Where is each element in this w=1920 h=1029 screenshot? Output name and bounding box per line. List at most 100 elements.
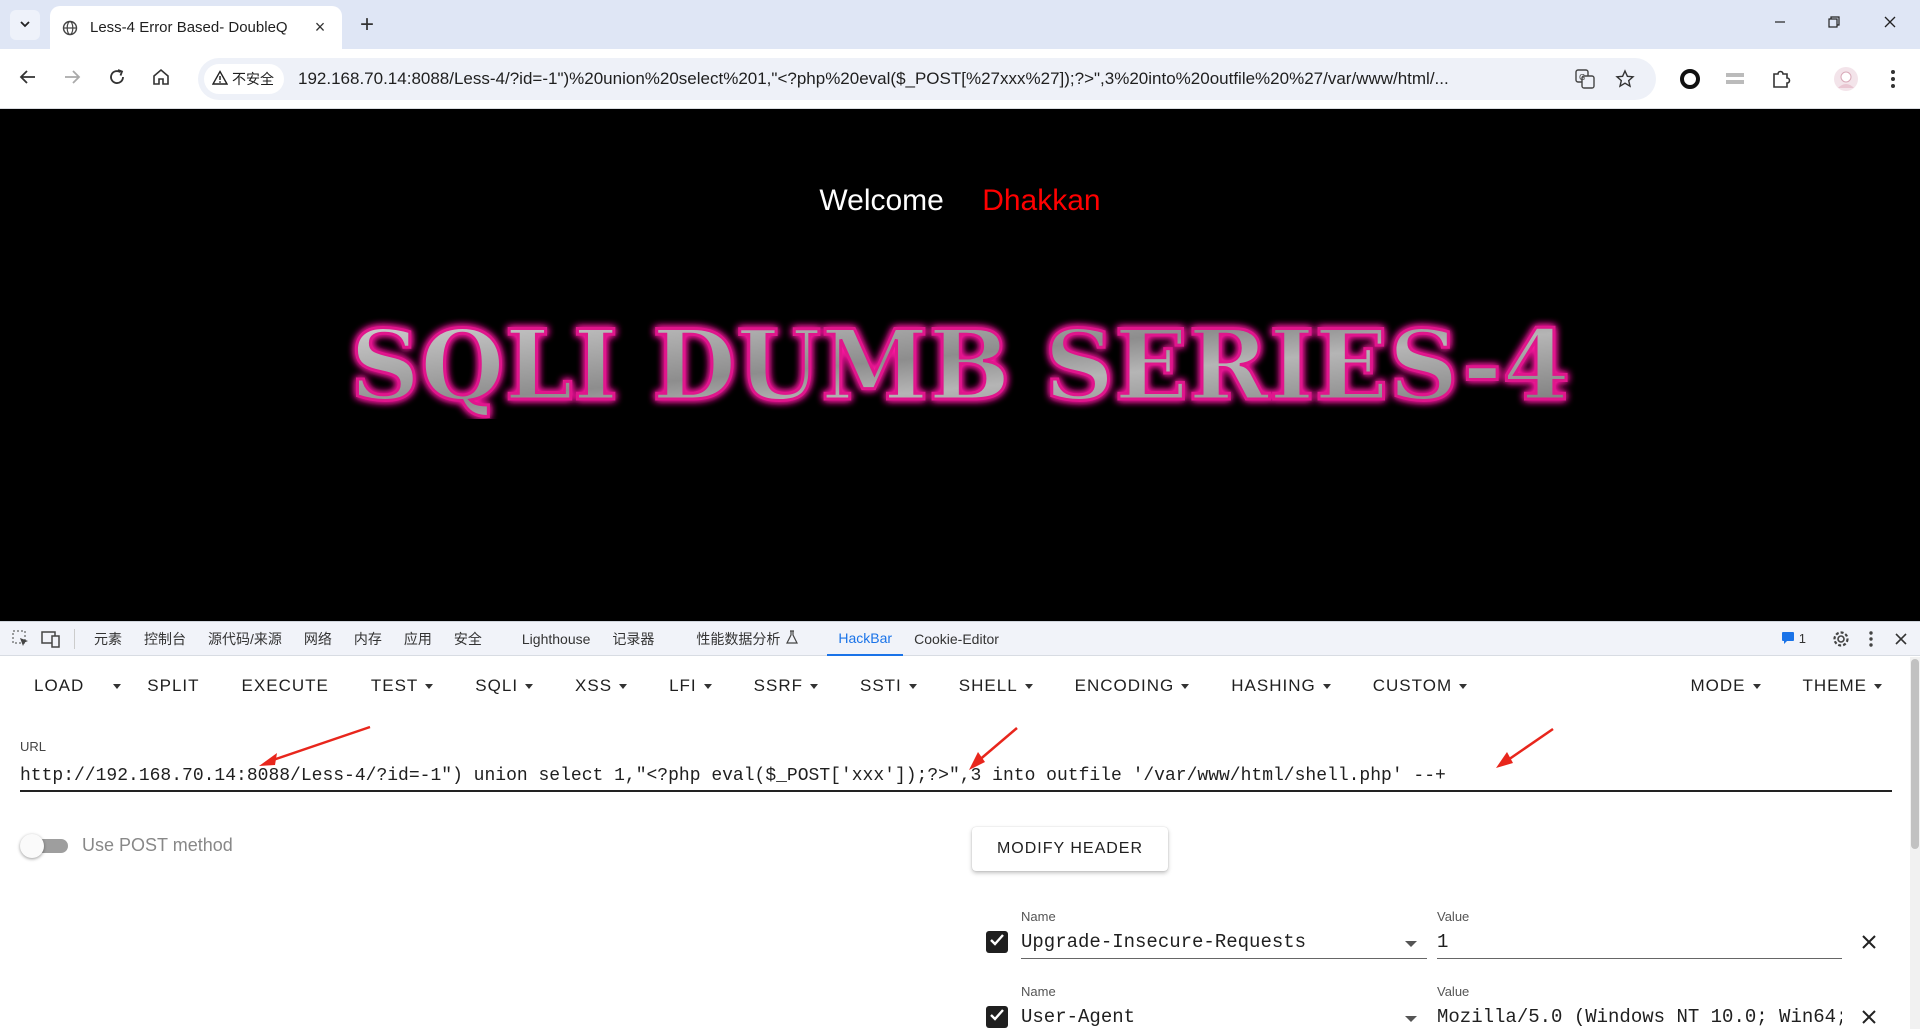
lfi-menu[interactable]: LFI — [645, 676, 730, 696]
theme-menu-label: THEME — [1802, 676, 1867, 695]
minimize-icon — [1773, 15, 1787, 34]
load-button[interactable]: LOAD — [0, 676, 98, 696]
device-toolbar-icon[interactable] — [36, 622, 66, 656]
issues-badge[interactable]: 1 — [1781, 630, 1806, 647]
new-tab-button[interactable]: + — [352, 10, 382, 40]
caret-down-icon — [525, 683, 534, 689]
translate-icon[interactable]: G — [1572, 66, 1598, 92]
xss-menu[interactable]: XSS — [551, 676, 645, 696]
browser-toolbar: 不安全 192.168.70.14:8088/Less-4/?id=-1")%2… — [0, 49, 1920, 109]
caret-down-icon[interactable] — [1405, 1016, 1417, 1022]
gear-icon[interactable] — [1826, 622, 1856, 656]
header-row: Name Upgrade-Insecure-Requests Value 1 — [0, 887, 1920, 959]
message-icon — [1781, 630, 1795, 647]
close-icon[interactable] — [1886, 622, 1916, 656]
custom-menu[interactable]: CUSTOM — [1349, 676, 1485, 696]
encoding-menu[interactable]: ENCODING — [1051, 676, 1208, 696]
puzzle-icon[interactable] — [1765, 63, 1797, 95]
modify-header-button[interactable]: MODIFY HEADER — [972, 827, 1168, 871]
close-icon[interactable]: × — [310, 17, 330, 38]
security-chip[interactable]: 不安全 — [204, 64, 284, 94]
caret-down-icon[interactable] — [1405, 941, 1417, 947]
devtools-scrollbar[interactable] — [1910, 657, 1920, 1029]
tab-cookie-editor[interactable]: Cookie-Editor — [903, 622, 1010, 656]
tab-memory[interactable]: 内存 — [343, 622, 393, 656]
header-row: Name User-Agent Value Mozilla/5.0 (Windo… — [0, 962, 1920, 1028]
welcome-text: Welcome — [819, 184, 944, 217]
issues-count: 1 — [1798, 631, 1806, 646]
reload-icon — [108, 68, 126, 91]
caret-down-icon — [425, 683, 434, 689]
tab-search-button[interactable] — [10, 10, 40, 40]
post-method-toggle[interactable] — [20, 834, 68, 858]
split-button[interactable]: SPLIT — [129, 676, 217, 696]
arrow-right-icon — [63, 68, 81, 91]
header-name-input[interactable]: User-Agent — [1021, 1002, 1427, 1029]
hashing-menu[interactable]: HASHING — [1207, 676, 1348, 696]
header-enabled-checkbox[interactable] — [986, 1006, 1008, 1028]
shell-menu[interactable]: SHELL — [935, 676, 1051, 696]
page-viewport: Welcome Dhakkan SQLI DUMB SERIES-4 — [0, 109, 1920, 621]
address-bar[interactable]: 不安全 192.168.70.14:8088/Less-4/?id=-1")%2… — [198, 58, 1656, 100]
scrollbar-thumb[interactable] — [1911, 659, 1919, 849]
kebab-menu-icon[interactable] — [1856, 622, 1886, 656]
load-dropdown-button[interactable] — [98, 683, 129, 689]
arrow-left-icon — [19, 68, 37, 91]
remove-header-button[interactable] — [1858, 931, 1880, 953]
tab-sources[interactable]: 源代码/来源 — [197, 622, 293, 656]
sqli-menu-label: SQLI — [475, 676, 519, 695]
tab-console[interactable]: 控制台 — [133, 622, 197, 656]
header-name-input[interactable]: Upgrade-Insecure-Requests — [1021, 927, 1427, 959]
header-enabled-checkbox[interactable] — [986, 931, 1008, 953]
forward-button[interactable] — [56, 63, 88, 95]
close-window-button[interactable] — [1862, 0, 1918, 49]
header-value-input[interactable]: Mozilla/5.0 (Windows NT 10.0; Win64; x64… — [1437, 1002, 1842, 1029]
tab-lighthouse[interactable]: Lighthouse — [511, 622, 602, 656]
flask-icon — [786, 630, 799, 647]
minimize-button[interactable] — [1752, 0, 1808, 49]
toggle-knob — [20, 834, 44, 858]
test-menu[interactable]: TEST — [353, 676, 451, 696]
kebab-menu-icon[interactable] — [1877, 63, 1909, 95]
tab-elements[interactable]: 元素 — [83, 622, 133, 656]
mode-menu[interactable]: MODE — [1673, 676, 1779, 696]
home-icon — [152, 68, 170, 91]
series-banner-logo: SQLI DUMB SERIES-4 — [335, 299, 1585, 424]
tab-network[interactable]: 网络 — [293, 622, 343, 656]
reload-button[interactable] — [101, 63, 133, 95]
avatar[interactable] — [1830, 63, 1862, 95]
tab-security[interactable]: 安全 — [443, 622, 493, 656]
test-menu-label: TEST — [370, 676, 419, 695]
close-icon — [1883, 15, 1897, 34]
browser-tab-active[interactable]: Less-4 Error Based- DoubleQ × — [50, 6, 342, 49]
back-button[interactable] — [12, 63, 44, 95]
encoding-menu-label: ENCODING — [1074, 676, 1175, 695]
caret-down-icon — [113, 683, 122, 689]
remove-header-button[interactable] — [1858, 1006, 1880, 1028]
header-name-label: Name — [1021, 909, 1056, 924]
extension-bars-icon[interactable] — [1719, 63, 1751, 95]
security-label: 不安全 — [232, 71, 274, 87]
theme-menu[interactable]: THEME — [1779, 676, 1920, 696]
execute-button[interactable]: EXECUTE — [218, 676, 353, 696]
checkmark-icon — [989, 932, 1005, 953]
header-value-input[interactable]: 1 — [1437, 927, 1842, 959]
tab-performance-insights-label: 性能数据分析 — [696, 630, 781, 647]
caret-down-icon — [809, 683, 818, 689]
tab-hackbar[interactable]: HackBar — [827, 622, 904, 656]
home-button[interactable] — [145, 63, 177, 95]
address-text[interactable]: 192.168.70.14:8088/Less-4/?id=-1")%20uni… — [298, 69, 1598, 89]
ssrf-menu[interactable]: SSRF — [730, 676, 836, 696]
restore-button[interactable] — [1806, 0, 1862, 49]
tab-application[interactable]: 应用 — [393, 622, 443, 656]
inspect-element-icon[interactable] — [6, 622, 36, 656]
circle-extension-icon[interactable] — [1674, 63, 1706, 95]
sqli-menu[interactable]: SQLI — [451, 676, 551, 696]
devtools-panel: 元素 控制台 源代码/来源 网络 内存 应用 安全 Lighthouse 记录器… — [0, 621, 1920, 1029]
ssti-menu[interactable]: SSTI — [836, 676, 935, 696]
header-name-label: Name — [1021, 984, 1056, 999]
tab-recorder[interactable]: 记录器 — [601, 622, 665, 656]
shell-menu-label: SHELL — [958, 676, 1018, 695]
tab-performance-insights[interactable]: 性能数据分析 — [685, 622, 809, 656]
star-icon[interactable] — [1612, 66, 1638, 92]
